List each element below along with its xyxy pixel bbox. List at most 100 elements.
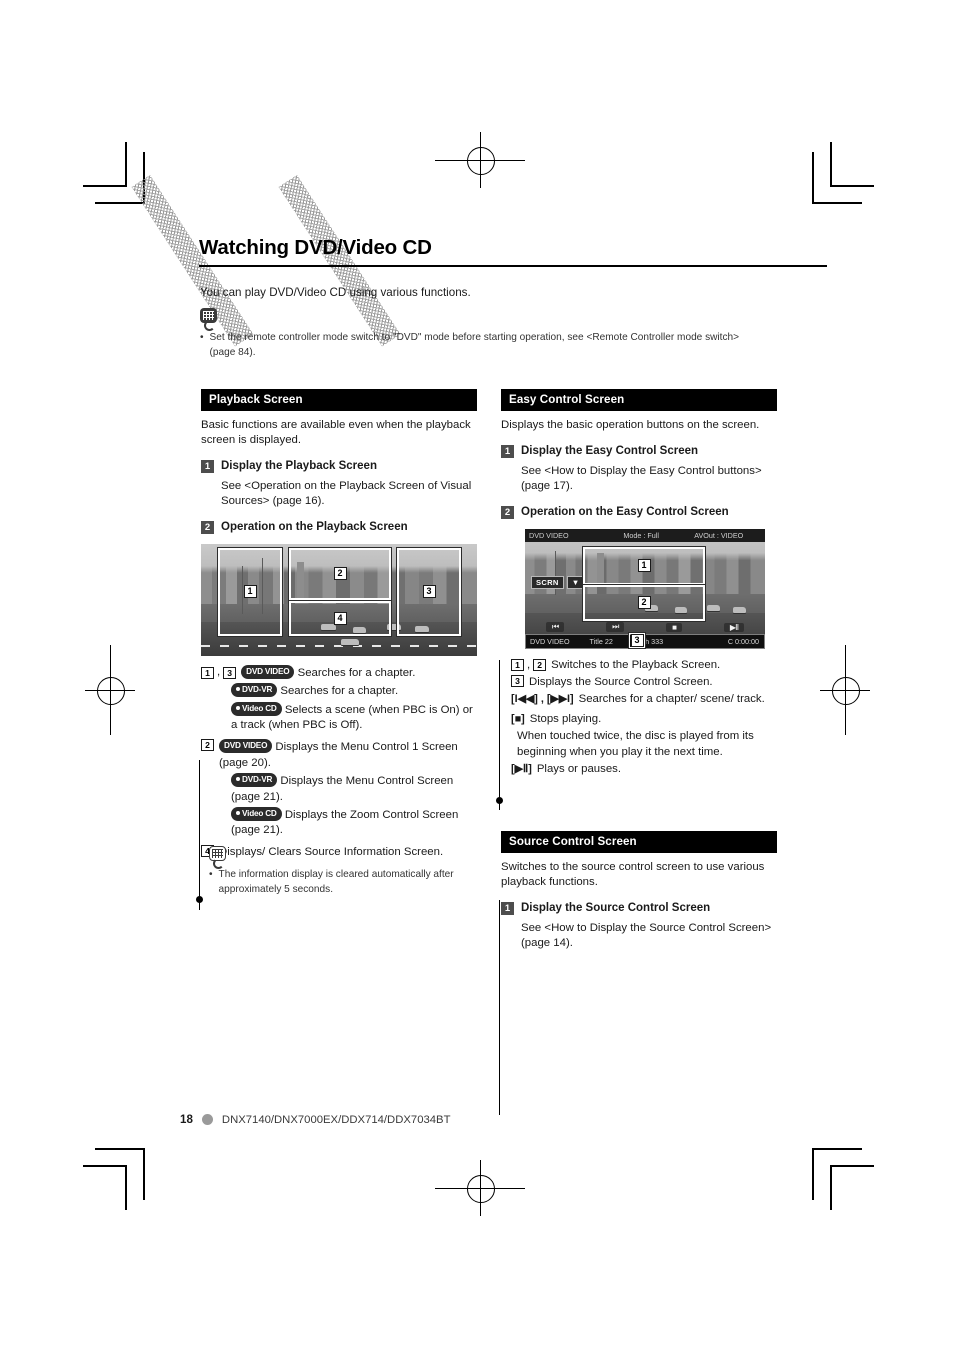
crop-mark-bottom-right-h2 [830,1165,874,1167]
easy-control-hotspot-2[interactable]: 2 [582,583,706,622]
column-divider-left-dot [196,896,203,903]
registration-mark-bottom [435,1160,525,1216]
playback-step-1-number: 1 [201,460,214,474]
prev-track-button[interactable]: ⏮ [545,622,565,633]
playback-section-description: Basic functions are available even when … [201,419,471,447]
ec-status-bar-bottom: DVD VIDEO Title 22 Ch 333 C 0:00:00 [525,633,765,649]
ec-legend-row-1: 1, 2 Switches to the Playback Screen. [511,658,777,673]
ec-legend-key-1: 1 [511,659,524,672]
playback-hotspot-1[interactable]: 1 [217,546,283,637]
playback-hotspot-2[interactable]: 2 [288,546,392,601]
easy-control-step-2-title: Operation on the Easy Control Screen [521,505,729,518]
ec-legend-row-6: [▶Ⅱ] Plays or pauses. [511,762,777,777]
next-track-button[interactable]: ⏭ [606,622,625,633]
easy-control-step-1-title: Display the Easy Control Screen [521,445,699,458]
playback-hotspot-1-label: 1 [243,585,257,599]
easy-control-step-1: 1 Display the Easy Control Screen [501,444,777,459]
page-title-rule [199,265,827,267]
figure-car-5 [341,638,359,645]
top-note-bullet: • [200,332,204,343]
playback-legend: 1, 3 DVD VIDEO Searches for a chapter. D… [201,664,477,860]
ec-status-source: DVD VIDEO [529,530,569,540]
easy-control-step-2-number: 2 [501,505,514,519]
page-intro: You can play DVD/Video CD using various … [200,286,471,299]
ec-legend-key-3: 3 [511,675,524,688]
legend-4-text: Displays/ Clears Source Information Scre… [219,845,444,858]
crop-mark-bottom-left-v2 [125,1165,127,1210]
playback-legend-group-2-row-3: Video CD Displays the Zoom Control Scree… [231,806,477,839]
crop-mark-top-left-h [95,202,145,204]
legend-1-3-text-dvdvr: Searches for a chapter. [280,685,399,698]
scrn-button[interactable]: SCRN [531,575,564,589]
top-note-line-1: Set the remote controller mode switch to… [209,332,740,343]
playback-legend-group-1-keys: 1, 3 [201,665,237,680]
crop-mark-top-right-v2 [830,142,832,187]
playback-legend-group-2-row-2: DVD-VR Displays the Menu Control Screen … [231,773,477,805]
playback-hotspot-3-label: 3 [422,585,436,599]
crop-mark-top-left-v2 [125,142,127,187]
ec-status-avout: AVOut : VIDEO [694,530,744,540]
legend-key-1: 1 [201,666,214,679]
top-note: • Set the remote controller mode switch … [200,331,840,360]
ec-bottom-source: DVD VIDEO [530,636,570,646]
ec-legend-row-4: [■] Stops playing. [511,712,777,727]
easy-control-hotspot-1-label: 1 [637,559,651,573]
easy-control-hotspot-1[interactable]: 1 [582,545,706,586]
source-control-step-1-title: Display the Source Control Screen [521,902,711,915]
playback-hotspot-3[interactable]: 3 [396,546,462,637]
decorative-hatch-band-right [278,175,401,347]
source-control-section-heading: Source Control Screen [501,831,777,853]
footer-bullet-icon [201,1114,213,1125]
chevron-down-icon[interactable]: ▼ [566,575,585,589]
badge-video-cd-2: Video CD [231,806,282,822]
easy-control-step-1-body: See <How to Display the Easy Control but… [521,464,762,492]
legend-key-3: 3 [223,666,237,679]
playback-legend-group-1-row-3: Video CD Selects a scene (when PBC is On… [231,701,477,734]
ec-legend-row-1-keys: 1, 2 [511,658,547,673]
registration-mark-right [820,645,870,735]
crop-mark-bottom-right-v [812,1148,814,1200]
page-title: Watching DVD/Video CD [199,236,432,259]
legend-key-2: 2 [201,739,214,752]
playback-step-1-body: See <Operation on the Playback Screen of… [221,480,472,508]
playback-note: • The information display is cleared aut… [209,868,479,897]
crop-mark-bottom-left-h [95,1148,145,1150]
play-pause-button[interactable]: ▶Ⅱ [723,622,745,632]
ec-scrn-button-group[interactable]: SCRN ▼ [531,575,585,589]
seek-back-key: [I◀◀] [511,693,538,706]
crop-mark-bottom-right-v2 [830,1165,832,1210]
ec-legend-row-5: When touched twice, the disc is played f… [517,729,777,760]
play-pause-key: [▶Ⅱ] [511,763,532,776]
easy-control-section-heading: Easy Control Screen [501,389,777,411]
decorative-hatch-band-left [131,175,254,347]
playback-hotspot-4[interactable]: 4 [288,599,392,637]
figure-lane-markings [201,644,477,647]
ec-legend-row-6-text: Plays or pauses. [536,763,622,776]
badge-dvd-vr-2: DVD-VR [231,773,278,788]
playback-legend-group-2-keys: 2 [201,739,214,752]
badge-dvd-video: DVD VIDEO [241,664,295,679]
ec-legend-row-2: 3 Displays the Source Control Screen. [511,675,777,690]
ec-legend-row-2-keys: 3 [511,675,524,688]
registration-mark-top [435,132,525,188]
playback-legend-group-1-row-2: DVD-VR Searches for a chapter. [231,683,477,699]
ec-bottom-chapter: Ch 333 [639,636,664,646]
crop-mark-bottom-right-h [812,1148,862,1150]
page-number: 18 [180,1113,193,1126]
note-bubble-outline-icon [209,846,229,869]
crop-mark-bottom-left-v [143,1148,145,1200]
column-divider-right-lower [499,900,500,1115]
note-bubble-icon [200,308,220,331]
ec-legend-row-3-text: Searches for a chapter/ scene/ track. [578,693,765,706]
ec-legend-row-6-keys: [▶Ⅱ] [511,762,532,777]
playback-screen-figure: 1 2 3 4 [201,543,477,656]
easy-control-step-1-number: 1 [501,445,514,459]
badge-dvd-video-2: DVD VIDEO [219,739,273,754]
playback-note-bullet: • [209,869,213,880]
ec-status-bar-top: DVD VIDEO Mode : Full AVOut : VIDEO [525,528,765,542]
source-control-screen-section: Source Control Screen Switches to the so… [501,831,777,951]
easy-control-step-2: 2 Operation on the Easy Control Screen [501,505,777,520]
ec-legend-row-3: [I◀◀], [▶▶I] Searches for a chapter/ sce… [511,692,777,707]
stop-button[interactable]: ■ [666,622,683,632]
easy-control-hotspot-3[interactable]: 3 [628,631,646,649]
